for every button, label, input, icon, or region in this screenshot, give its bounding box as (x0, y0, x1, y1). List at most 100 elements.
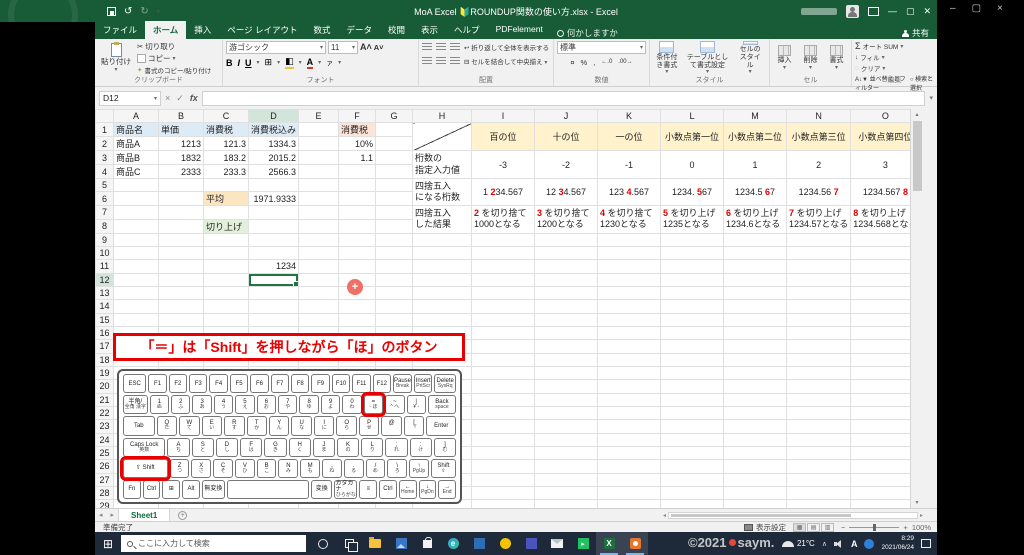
grid-cell[interactable] (472, 313, 535, 326)
select-all-corner[interactable] (96, 110, 114, 123)
font-size-select[interactable]: 11▾ (328, 41, 358, 54)
grid-cell[interactable] (535, 406, 598, 419)
row-header-6[interactable]: 6 (96, 192, 114, 206)
grid-cell[interactable] (204, 233, 249, 246)
grid-cell[interactable] (724, 460, 787, 473)
grid-cell[interactable] (472, 393, 535, 406)
zoom-slider[interactable] (849, 527, 899, 528)
row-header-23[interactable]: 23 (96, 420, 114, 433)
ribbon-tab[interactable]: PDFelement (488, 21, 551, 39)
grid-cell[interactable] (204, 206, 249, 219)
currency-icon[interactable]: ¤ (570, 58, 574, 67)
tell-me[interactable]: 何かしますか (557, 27, 618, 39)
grid-cell[interactable] (787, 233, 851, 246)
grid-cell[interactable] (204, 260, 249, 273)
grid-cell[interactable]: 1213 (159, 137, 204, 151)
grid-cell[interactable] (413, 300, 472, 313)
column-header-I[interactable]: I (472, 110, 535, 123)
grid-cell[interactable] (787, 406, 851, 419)
grid-cell[interactable]: 3 を切り捨て1200となる (535, 206, 598, 233)
row-header-14[interactable]: 14 (96, 300, 114, 313)
ribbon-tab[interactable]: 校閲 (380, 21, 413, 39)
ribbon-tab[interactable]: ファイル (95, 21, 145, 39)
grid-cell[interactable] (598, 486, 661, 499)
grid-cell[interactable] (204, 246, 249, 259)
grid-cell[interactable] (661, 433, 724, 446)
grid-cell[interactable] (787, 286, 851, 299)
grid-cell[interactable] (724, 486, 787, 499)
formula-input[interactable] (202, 91, 926, 106)
grid-cell[interactable] (598, 273, 661, 286)
ribbon-tab[interactable]: ヘルプ (446, 21, 488, 39)
grid-cell[interactable] (661, 340, 724, 353)
column-header-F[interactable]: F (339, 110, 376, 123)
grid-cell[interactable] (159, 300, 204, 313)
grid-cell[interactable]: 小数点第一位 (661, 123, 724, 151)
grid-cell[interactable] (114, 233, 159, 246)
hidden-icons-chevron[interactable]: ∧ (822, 540, 827, 548)
underline-button[interactable]: U (245, 58, 252, 68)
grid-cell[interactable] (787, 340, 851, 353)
zoom-level[interactable]: 100% (912, 523, 931, 532)
column-header-E[interactable]: E (299, 110, 339, 123)
grid-cell[interactable] (661, 393, 724, 406)
grid-cell[interactable] (249, 286, 299, 299)
grid-cell[interactable] (535, 380, 598, 393)
grid-cell[interactable] (114, 300, 159, 313)
grid-cell[interactable] (535, 353, 598, 366)
grid-cell[interactable] (376, 179, 413, 192)
scrollbar-thumb[interactable] (913, 121, 922, 191)
grid-cell[interactable] (204, 273, 249, 286)
expand-formula-bar-icon[interactable]: ▾ (929, 94, 933, 102)
column-header-B[interactable]: B (159, 110, 204, 123)
grid-cell[interactable] (249, 206, 299, 219)
grid-cell[interactable]: 商品名 (114, 123, 159, 137)
grid-cell[interactable] (159, 313, 204, 326)
grid-cell[interactable]: 1234 (249, 260, 299, 273)
grid-cell[interactable] (299, 179, 339, 192)
grid-cell[interactable] (472, 473, 535, 486)
grid-cell[interactable]: 0 (661, 151, 724, 179)
grid-cell[interactable] (249, 273, 299, 286)
grid-cell[interactable] (299, 313, 339, 326)
grid-cell[interactable]: -2 (535, 151, 598, 179)
grid-cell[interactable] (724, 446, 787, 459)
grid-cell[interactable] (413, 233, 472, 246)
grid-cell[interactable] (598, 353, 661, 366)
grid-cell[interactable] (661, 300, 724, 313)
grid-cell[interactable] (299, 273, 339, 286)
row-header-29[interactable]: 29 (96, 500, 114, 508)
grid-cell[interactable]: -1 (598, 151, 661, 179)
row-header-25[interactable]: 25 (96, 446, 114, 459)
borders-button[interactable]: ⊞ (265, 57, 273, 68)
comma-icon[interactable]: , (593, 58, 595, 67)
grid-cell[interactable] (535, 460, 598, 473)
fill-button[interactable]: ↓フィル▾ (855, 52, 934, 62)
grid-cell[interactable]: 単価 (159, 123, 204, 137)
grid-cell[interactable] (376, 260, 413, 273)
sheet-nav-right-icon[interactable]: ▸ (107, 511, 119, 519)
tray-app-icon[interactable] (864, 539, 874, 549)
grid-cell[interactable] (787, 380, 851, 393)
grid-cell[interactable]: 商品B (114, 151, 159, 165)
grid-cell[interactable] (661, 420, 724, 433)
grid-cell[interactable] (472, 486, 535, 499)
recorder-taskbar-button[interactable] (622, 532, 648, 555)
grid-cell[interactable]: 5 を切り上げ1235となる (661, 206, 724, 233)
grid-cell[interactable]: 10% (339, 137, 376, 151)
grid-cell[interactable] (376, 151, 413, 165)
restore-icon[interactable]: ▢ (972, 3, 981, 14)
grid-cell[interactable] (299, 165, 339, 179)
grid-cell[interactable] (376, 273, 413, 286)
row-header-13[interactable]: 13 (96, 286, 114, 299)
grid-cell[interactable] (299, 192, 339, 206)
grid-cell[interactable] (472, 380, 535, 393)
row-header-27[interactable]: 27 (96, 473, 114, 486)
column-header-L[interactable]: L (661, 110, 724, 123)
line-app-taskbar-button[interactable]: ▸ (570, 532, 596, 555)
grid-cell[interactable] (159, 286, 204, 299)
grid-cell[interactable] (724, 473, 787, 486)
increase-decimal-icon[interactable]: ←.0 (601, 59, 612, 65)
ribbon-display-options-icon[interactable] (868, 7, 879, 16)
grid-cell[interactable]: 商品A (114, 137, 159, 151)
